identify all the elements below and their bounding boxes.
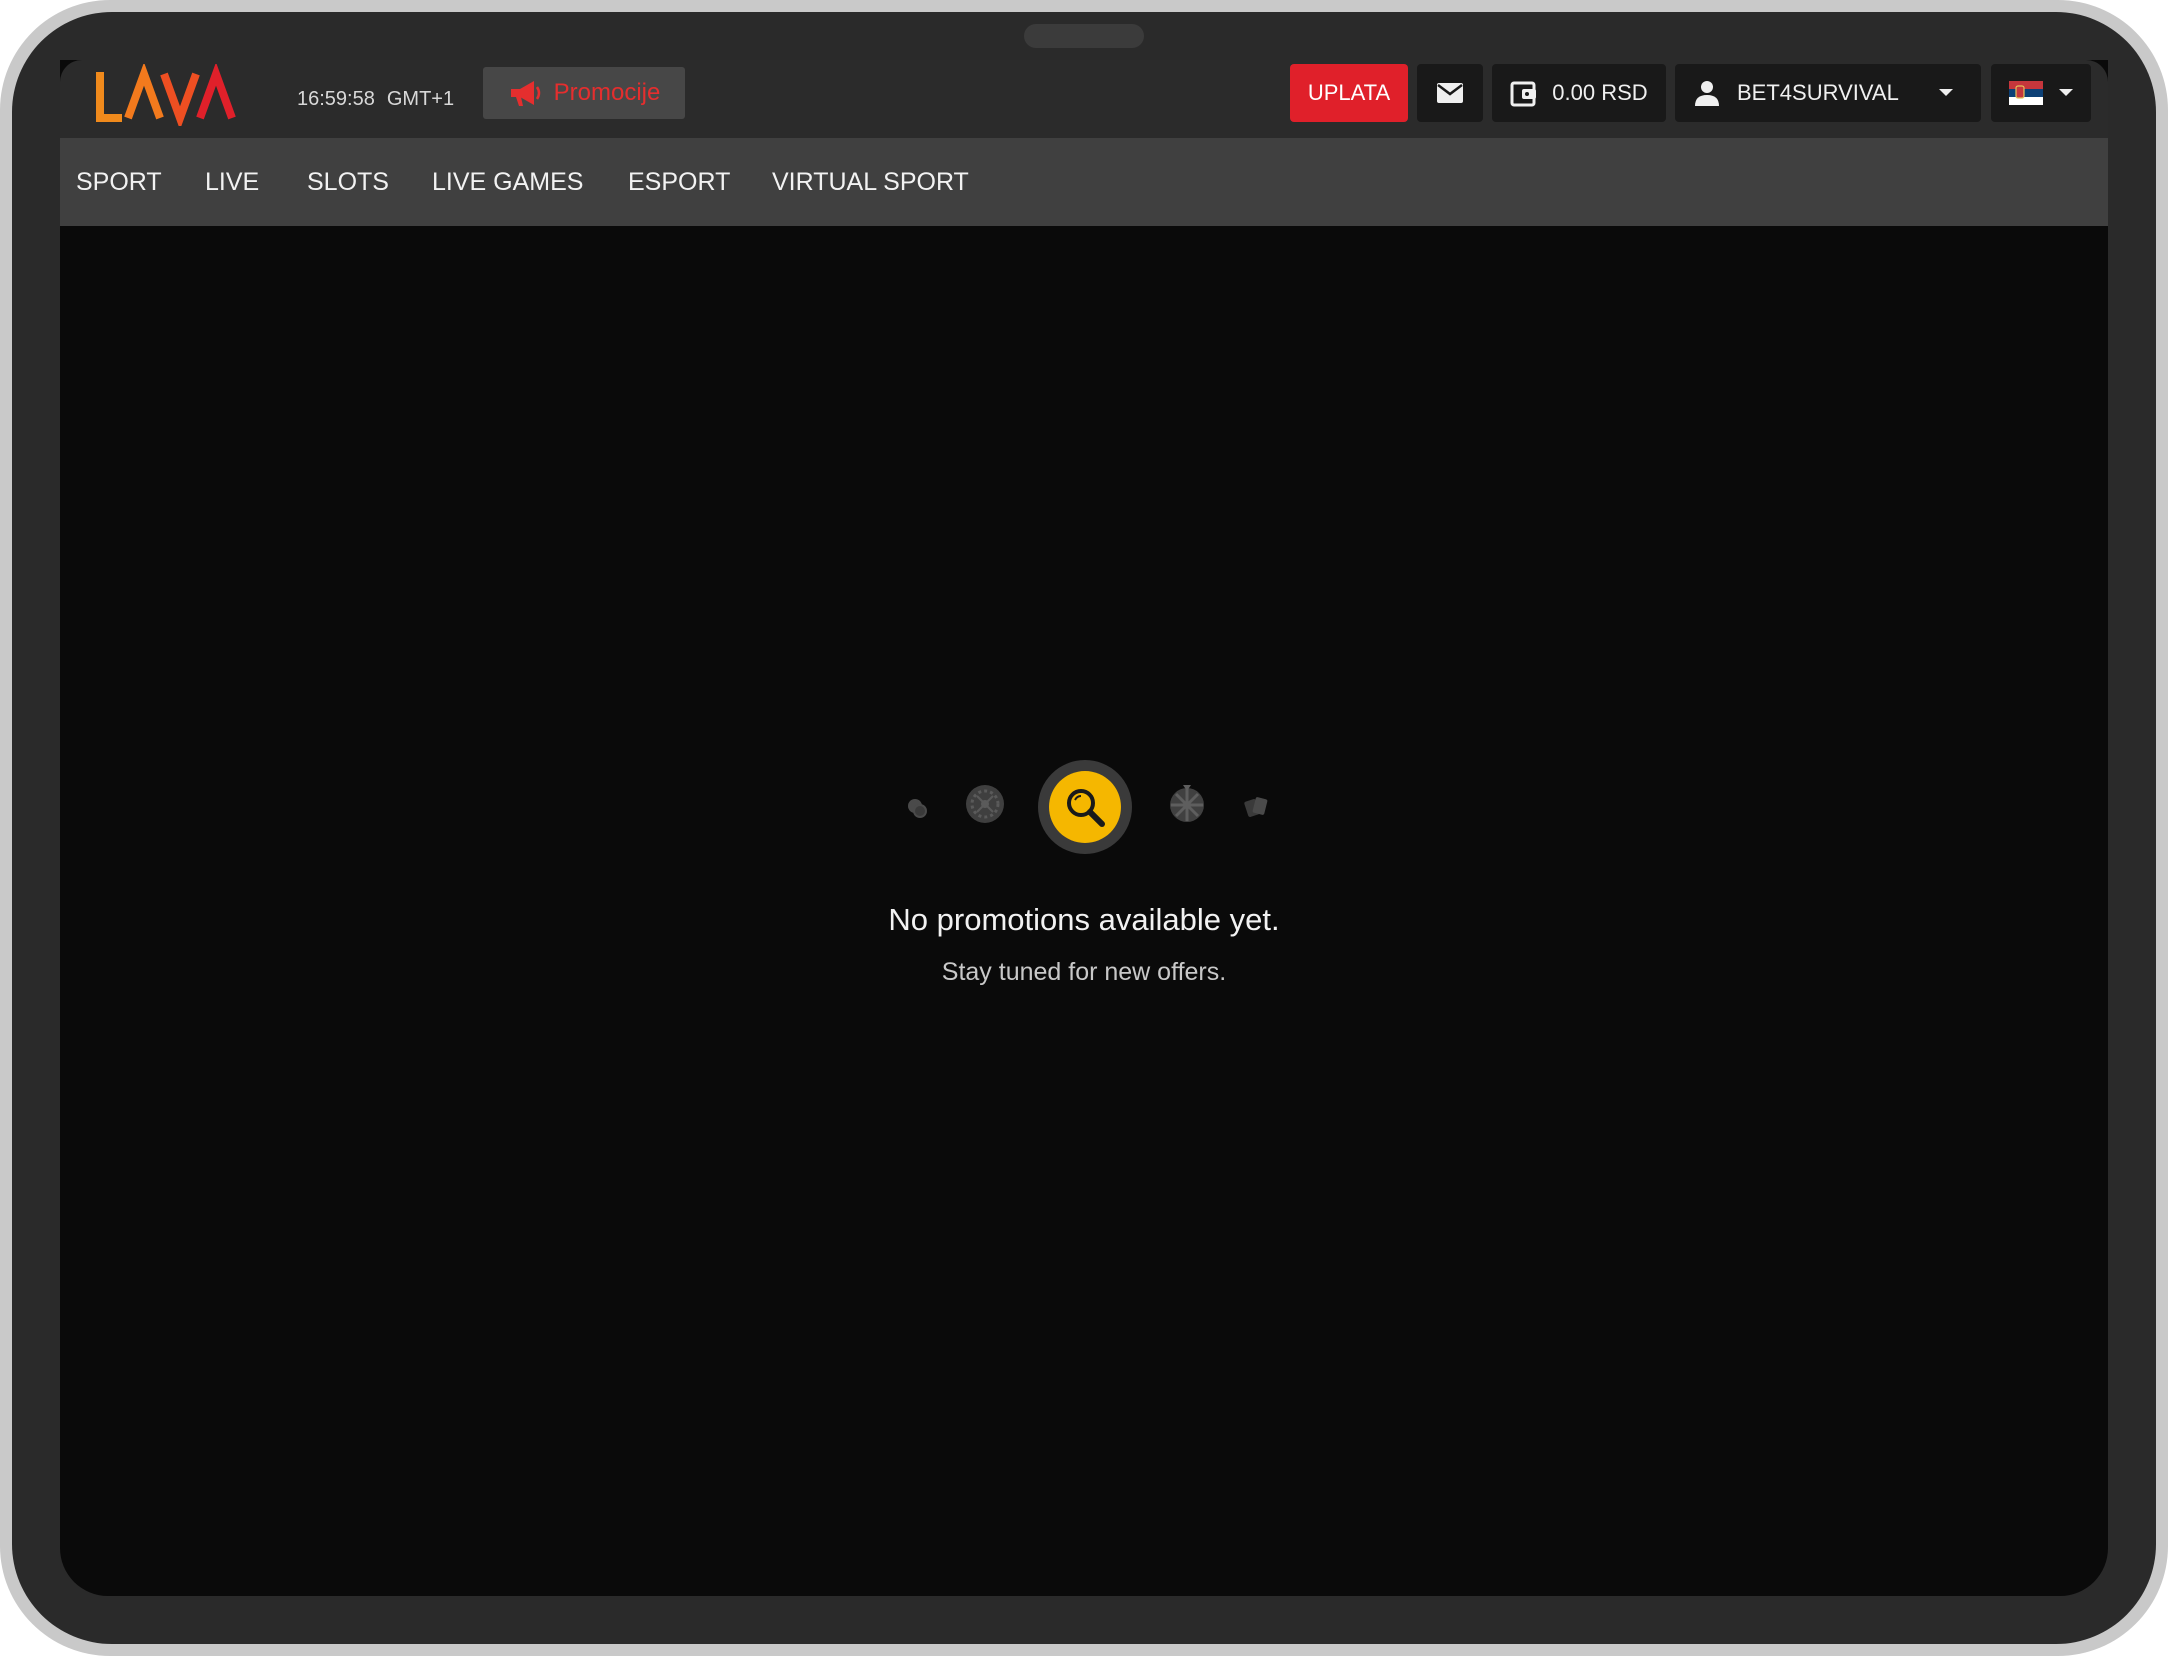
user-icon: [1695, 81, 1719, 106]
search-badge: [1038, 760, 1132, 854]
roulette-icon: [966, 785, 1004, 823]
nav-item-sport[interactable]: SPORT: [76, 138, 162, 226]
chevron-down-icon: [2059, 89, 2073, 96]
nav-item-live-games[interactable]: LIVE GAMES: [432, 138, 583, 226]
top-bar: 16:59:58 GMT+1 Promocije UPLATA 0.00 RSD…: [60, 60, 2108, 138]
tablet-notch: [1024, 24, 1144, 48]
messages-button[interactable]: [1417, 64, 1483, 122]
nav-item-live[interactable]: LIVE: [205, 138, 259, 226]
cards-icon: [1244, 797, 1268, 817]
nav-item-virtual-sport[interactable]: VIRTUAL SPORT: [772, 138, 969, 226]
username: BET4SURVIVAL: [1737, 80, 1899, 105]
promotions-button[interactable]: Promocije: [483, 67, 685, 119]
tablet-frame: 16:59:58 GMT+1 Promocije UPLATA 0.00 RSD…: [0, 0, 2168, 1656]
chips-icon: [908, 799, 927, 818]
envelope-icon: [1437, 83, 1463, 103]
nav-item-slots[interactable]: SLOTS: [307, 138, 389, 226]
user-menu-button[interactable]: BET4SURVIVAL: [1675, 64, 1981, 122]
empty-state-subtitle: Stay tuned for new offers.: [941, 958, 1227, 986]
clock-timezone: GMT+1: [386, 87, 455, 110]
wheel-icon: [1170, 785, 1204, 822]
language-selector[interactable]: [1991, 64, 2091, 122]
clock-time: 16:59:58: [297, 87, 375, 110]
deposit-label: UPLATA: [1307, 80, 1391, 105]
main-nav: SPORT LIVE SLOTS LIVE GAMES ESPORT VIRTU…: [60, 138, 2108, 226]
wallet-icon: [1510, 81, 1537, 107]
app-screen: 16:59:58 GMT+1 Promocije UPLATA 0.00 RSD…: [60, 60, 2108, 1596]
search-icon: [1067, 789, 1105, 827]
chevron-down-icon: [1939, 89, 1953, 96]
megaphone-icon: [510, 81, 540, 106]
clock: 16:59:58 GMT+1: [297, 60, 454, 138]
empty-state-title: No promotions available yet.: [888, 902, 1280, 937]
promotions-label: Promocije: [553, 79, 661, 106]
deposit-button[interactable]: UPLATA: [1290, 64, 1408, 122]
balance-amount: 0.00 RSD: [1552, 80, 1648, 105]
balance-button[interactable]: 0.00 RSD: [1492, 64, 1666, 122]
nav-item-esport[interactable]: ESPORT: [628, 138, 730, 226]
serbia-flag-icon: [2009, 81, 2043, 105]
lava-logo[interactable]: [92, 64, 242, 126]
